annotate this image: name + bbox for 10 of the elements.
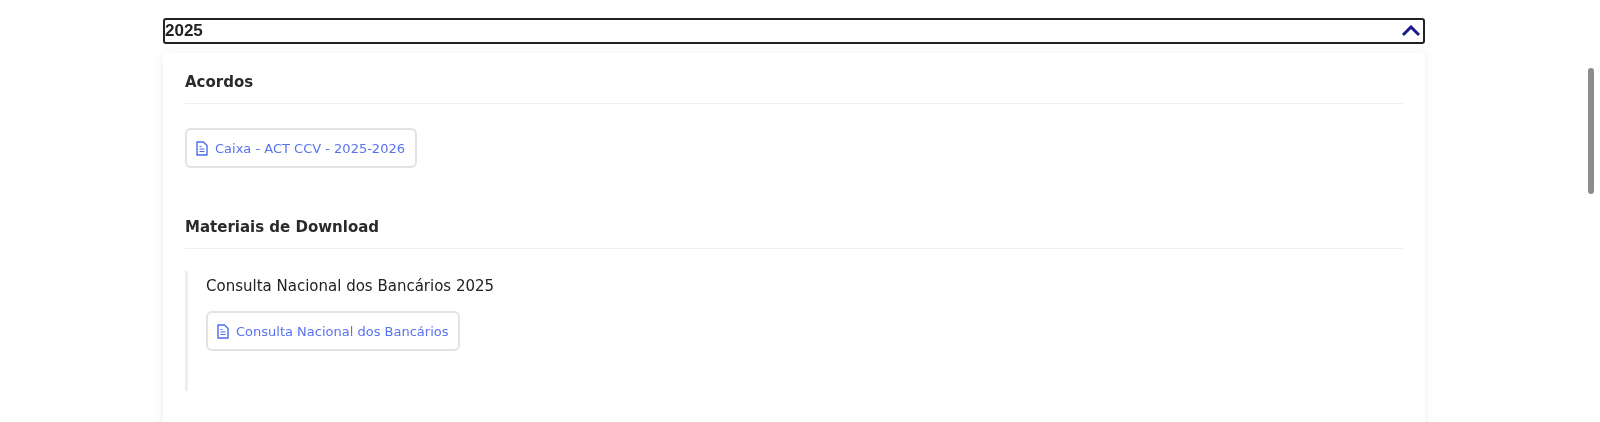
document-icon bbox=[196, 140, 208, 156]
file-link[interactable]: Caixa - ACT CCV - 2025-2026 bbox=[185, 128, 417, 168]
file-link[interactable]: Consulta Nacional dos Bancários bbox=[206, 311, 461, 351]
section-heading: Materiais de Download bbox=[185, 218, 381, 236]
accordion-header[interactable]: 2025 bbox=[163, 18, 1425, 44]
chevron-icon bbox=[1401, 25, 1421, 37]
document-icon bbox=[217, 323, 229, 339]
section-heading: Acordos bbox=[185, 73, 255, 91]
scrollbar[interactable] bbox=[1588, 68, 1594, 194]
group-title: Consulta Nacional dos Bancários 2025 bbox=[206, 277, 496, 295]
